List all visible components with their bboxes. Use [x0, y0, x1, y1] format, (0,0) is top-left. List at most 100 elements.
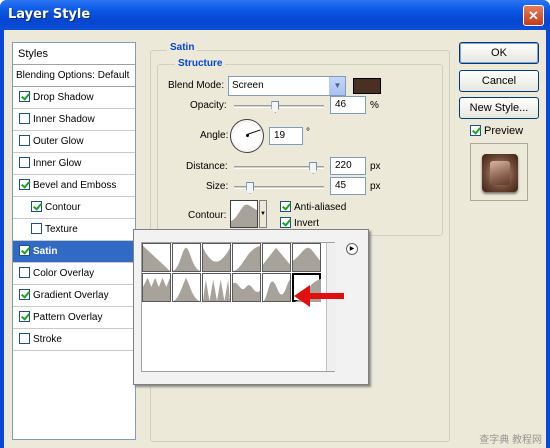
contour-preset-tile[interactable] [172, 243, 201, 272]
style-item-checkbox[interactable] [19, 157, 30, 168]
style-item-checkbox[interactable] [19, 333, 30, 344]
anti-aliased-check-icon[interactable] [280, 201, 291, 212]
style-item-checkbox[interactable] [19, 289, 30, 300]
style-item-label: Inner Shadow [33, 114, 95, 125]
style-item-checkbox[interactable] [19, 179, 30, 190]
contour-shape-icon [143, 245, 170, 271]
preview-check-icon[interactable] [470, 125, 481, 136]
styles-list: Styles Blending Options: Default Drop Sh… [12, 42, 136, 440]
new-style-button[interactable]: New Style... [459, 97, 539, 119]
style-item-label: Outer Glow [33, 136, 84, 147]
contour-shape-icon [233, 245, 260, 271]
style-item-label: Bevel and Emboss [33, 180, 117, 191]
angle-needle [247, 129, 261, 135]
style-item-checkbox[interactable] [19, 267, 30, 278]
ok-button[interactable]: OK [459, 42, 539, 64]
style-item[interactable]: Color Overlay [13, 263, 135, 285]
style-item-label: Gradient Overlay [33, 290, 109, 301]
layer-style-dialog: Layer Style ✕ Styles Blending Options: D… [0, 0, 550, 448]
contour-preset-tile[interactable] [262, 273, 291, 302]
style-item[interactable]: Contour [13, 197, 135, 219]
red-arrow-annotation [294, 285, 344, 307]
style-item-checkbox[interactable] [19, 311, 30, 322]
style-item-checkbox[interactable] [31, 201, 42, 212]
size-input[interactable]: 45 [330, 177, 366, 195]
title-bar[interactable]: Layer Style ✕ [0, 0, 550, 30]
contour-shape-icon [203, 279, 230, 301]
contour-preset-tile[interactable] [262, 243, 291, 272]
contour-preset-tile[interactable] [292, 243, 321, 272]
preview-label: Preview [484, 125, 524, 137]
style-item-checkbox[interactable] [19, 91, 30, 102]
contour-curve-icon [231, 204, 257, 227]
style-item[interactable]: Inner Glow [13, 153, 135, 175]
cancel-button[interactable]: Cancel [459, 70, 539, 92]
style-item-label: Inner Glow [33, 158, 82, 169]
style-item-checkbox[interactable] [31, 223, 42, 234]
opacity-label: Opacity: [190, 100, 227, 111]
distance-unit: px [370, 161, 381, 172]
contour-preset-tile[interactable] [232, 243, 261, 272]
invert-label: Invert [294, 218, 320, 229]
style-item-label: Satin [33, 246, 58, 257]
contour-preset-tile[interactable] [172, 273, 201, 302]
preview-checkbox[interactable]: Preview [470, 125, 523, 137]
angle-input[interactable]: 19 [269, 127, 303, 145]
anti-aliased-checkbox[interactable]: Anti-aliased [280, 201, 346, 213]
style-item-label: Stroke [33, 334, 62, 345]
style-item[interactable]: Satin [13, 241, 135, 263]
contour-preset-tile[interactable] [202, 243, 231, 272]
contour-shape-icon [173, 277, 200, 301]
style-item-label: Texture [45, 224, 78, 235]
satin-title: Satin [167, 42, 198, 53]
blend-mode-select[interactable]: Screen ▼ [228, 76, 346, 96]
anti-aliased-label: Anti-aliased [294, 202, 347, 213]
watermark: 查字典 教程网 [479, 435, 542, 446]
contour-dropdown-arrow[interactable]: ▼ [259, 200, 267, 228]
style-item[interactable]: Inner Shadow [13, 109, 135, 131]
style-item[interactable]: Texture [13, 219, 135, 241]
close-button[interactable]: ✕ [523, 5, 544, 26]
style-item-label: Contour [45, 202, 81, 213]
blend-mode-label: Blend Mode: [168, 80, 225, 91]
style-item[interactable]: Gradient Overlay [13, 285, 135, 307]
blend-mode-value: Screen [232, 80, 264, 91]
contour-shape-icon [263, 279, 290, 301]
opacity-input[interactable]: 46 [330, 96, 366, 114]
size-label: Size: [206, 181, 229, 192]
angle-label: Angle: [200, 130, 229, 141]
style-item[interactable]: Drop Shadow [13, 87, 135, 109]
style-item-checkbox[interactable] [19, 135, 30, 146]
contour-preset-tile[interactable] [142, 273, 171, 302]
contour-preset-tile[interactable] [232, 273, 261, 302]
style-item[interactable]: Stroke [13, 329, 135, 351]
style-item-checkbox[interactable] [19, 245, 30, 256]
size-unit: px [370, 181, 381, 192]
contour-preset-tile[interactable] [202, 273, 231, 302]
styles-header[interactable]: Styles [13, 43, 135, 65]
style-item[interactable]: Outer Glow [13, 131, 135, 153]
blend-color-swatch[interactable] [353, 78, 381, 94]
style-item-checkbox[interactable] [19, 113, 30, 124]
style-item-label: Color Overlay [33, 268, 95, 279]
distance-label: Distance: [186, 161, 228, 172]
invert-check-icon[interactable] [280, 217, 291, 228]
contour-label: Contour: [188, 210, 227, 221]
contour-preset-tile[interactable] [142, 243, 171, 272]
chevron-down-icon: ▼ [329, 77, 345, 95]
contour-shape-icon [263, 247, 290, 271]
window-title: Layer Style [8, 7, 91, 22]
invert-checkbox[interactable]: Invert [280, 217, 319, 229]
style-item[interactable]: Pattern Overlay [13, 307, 135, 329]
contour-preview[interactable] [230, 200, 258, 228]
style-item-label: Drop Shadow [33, 92, 94, 103]
style-item[interactable]: Bevel and Emboss [13, 175, 135, 197]
blending-options-item[interactable]: Blending Options: Default [13, 65, 135, 87]
preview-highlight [490, 161, 510, 185]
angle-dial[interactable] [230, 119, 264, 153]
contour-picker-menu-button[interactable]: ▶ [346, 243, 358, 255]
distance-input[interactable]: 220 [330, 157, 366, 175]
structure-title: Structure [175, 58, 226, 69]
contour-shape-icon [203, 247, 230, 271]
contour-shape-icon [233, 282, 260, 301]
